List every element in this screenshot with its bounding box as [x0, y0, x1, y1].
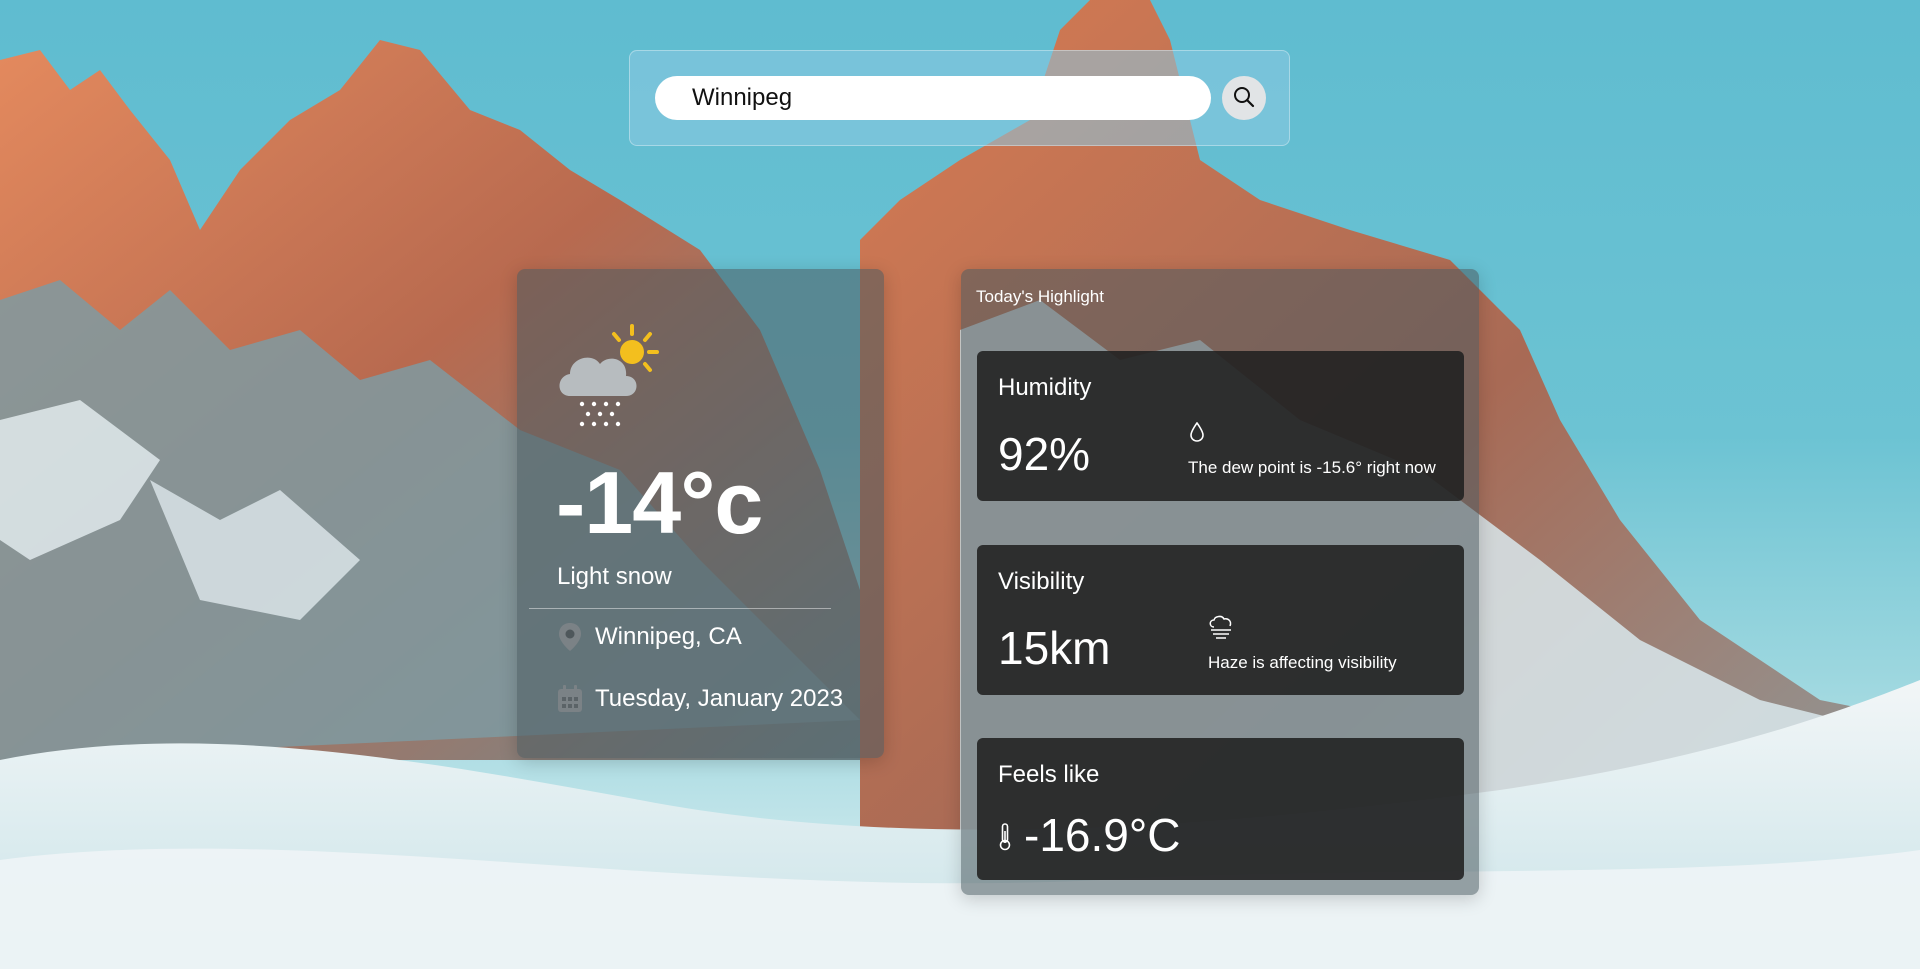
humidity-value: 92%	[998, 428, 1091, 480]
visibility-label: Visibility	[998, 568, 1085, 595]
divider	[529, 608, 831, 609]
humidity-label: Humidity	[998, 374, 1092, 401]
snow-sun-cloud-icon	[552, 324, 662, 429]
visibility-card: Visibility 15km Haze is affecting visibi…	[977, 545, 1464, 695]
search-icon	[1232, 85, 1256, 112]
location-row: Winnipeg, CA	[557, 622, 742, 652]
date-row: Tuesday, January 2023	[557, 684, 843, 714]
feels-like-row: -16.9°C	[998, 812, 1180, 858]
location-text: Winnipeg, CA	[595, 623, 742, 650]
droplet-icon	[1189, 421, 1205, 447]
thermometer-icon	[998, 812, 1012, 858]
weather-condition: Light snow	[557, 563, 672, 590]
search-panel	[629, 50, 1290, 146]
feels-like-value: -16.9°C	[1024, 809, 1181, 861]
humidity-card: Humidity 92% The dew point is -15.6° rig…	[977, 351, 1464, 501]
search-button[interactable]	[1222, 76, 1266, 120]
haze-icon	[1208, 615, 1234, 644]
current-temperature: -14°c	[556, 453, 763, 552]
search-input[interactable]	[655, 76, 1211, 120]
feels-like-card: Feels like -16.9°C	[977, 738, 1464, 880]
date-text: Tuesday, January 2023	[595, 685, 844, 712]
highlights-panel: Today's Highlight Humidity 92% The dew p…	[961, 269, 1479, 895]
current-weather-card: -14°c Light snow Winnipeg, CA Tuesday, J…	[517, 269, 884, 758]
location-pin-icon	[557, 622, 583, 652]
feels-like-label: Feels like	[998, 761, 1100, 788]
calendar-icon	[557, 684, 583, 714]
highlights-title: Today's Highlight	[976, 287, 1104, 306]
haze-note: Haze is affecting visibility	[1208, 653, 1397, 672]
visibility-value: 15km	[998, 622, 1111, 674]
dew-point-note: The dew point is -15.6° right now	[1188, 458, 1436, 477]
